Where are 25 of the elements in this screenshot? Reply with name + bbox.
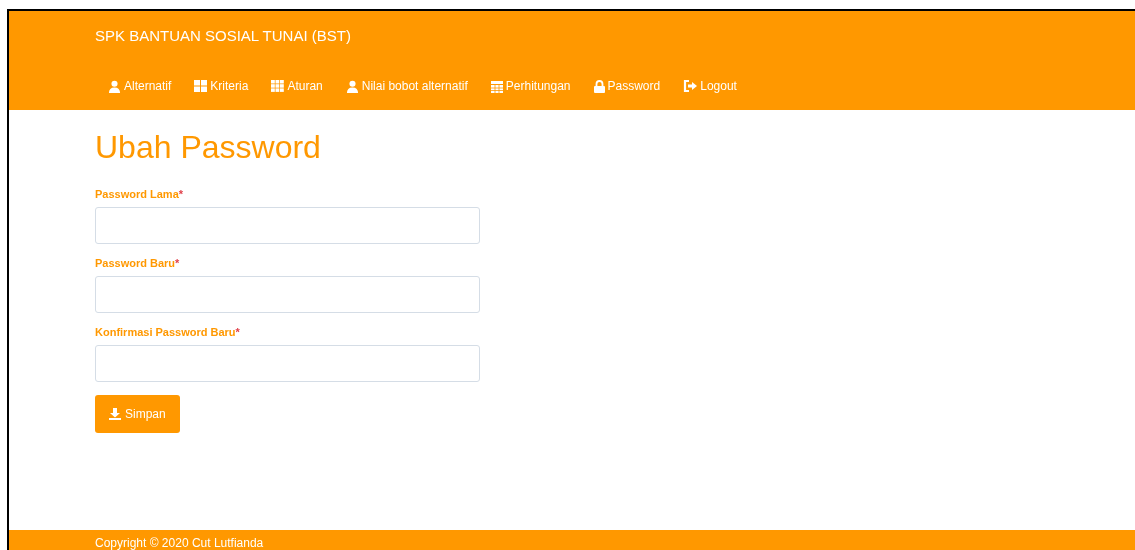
lock-icon: [593, 79, 605, 93]
copyright-text: Copyright © 2020 Cut Lutfianda: [95, 536, 265, 550]
password-field[interactable]: [95, 276, 480, 313]
field-label: Password Baru*: [95, 257, 181, 269]
grid-icon: [271, 80, 285, 92]
download-icon: [109, 408, 121, 420]
field-label: Password Lama*: [95, 188, 185, 200]
nav-link[interactable]: Password: [593, 79, 661, 93]
password-field[interactable]: [95, 345, 480, 382]
logout-icon: [683, 80, 698, 92]
grid-icon: [194, 80, 208, 92]
calendar-icon: [490, 79, 503, 93]
nav-link[interactable]: Logout: [683, 79, 737, 93]
field-label: Konfirmasi Password Baru*: [95, 326, 241, 338]
password-field[interactable]: [95, 207, 480, 244]
nav-link[interactable]: Perhitungan: [490, 79, 571, 93]
brand-title[interactable]: SPK BANTUAN SOSIAL TUNAI (BST): [95, 11, 1135, 61]
user-icon: [345, 79, 359, 93]
user-icon: [108, 79, 121, 93]
save-button[interactable]: Simpan: [95, 395, 180, 433]
nav-link[interactable]: Kriteria: [194, 79, 249, 93]
nav-link[interactable]: Alternatif: [108, 79, 172, 93]
page-title: Ubah Password: [95, 129, 322, 166]
nav-link[interactable]: Aturan: [271, 79, 323, 93]
nav-link[interactable]: Nilai bobot alternatif: [345, 79, 468, 93]
